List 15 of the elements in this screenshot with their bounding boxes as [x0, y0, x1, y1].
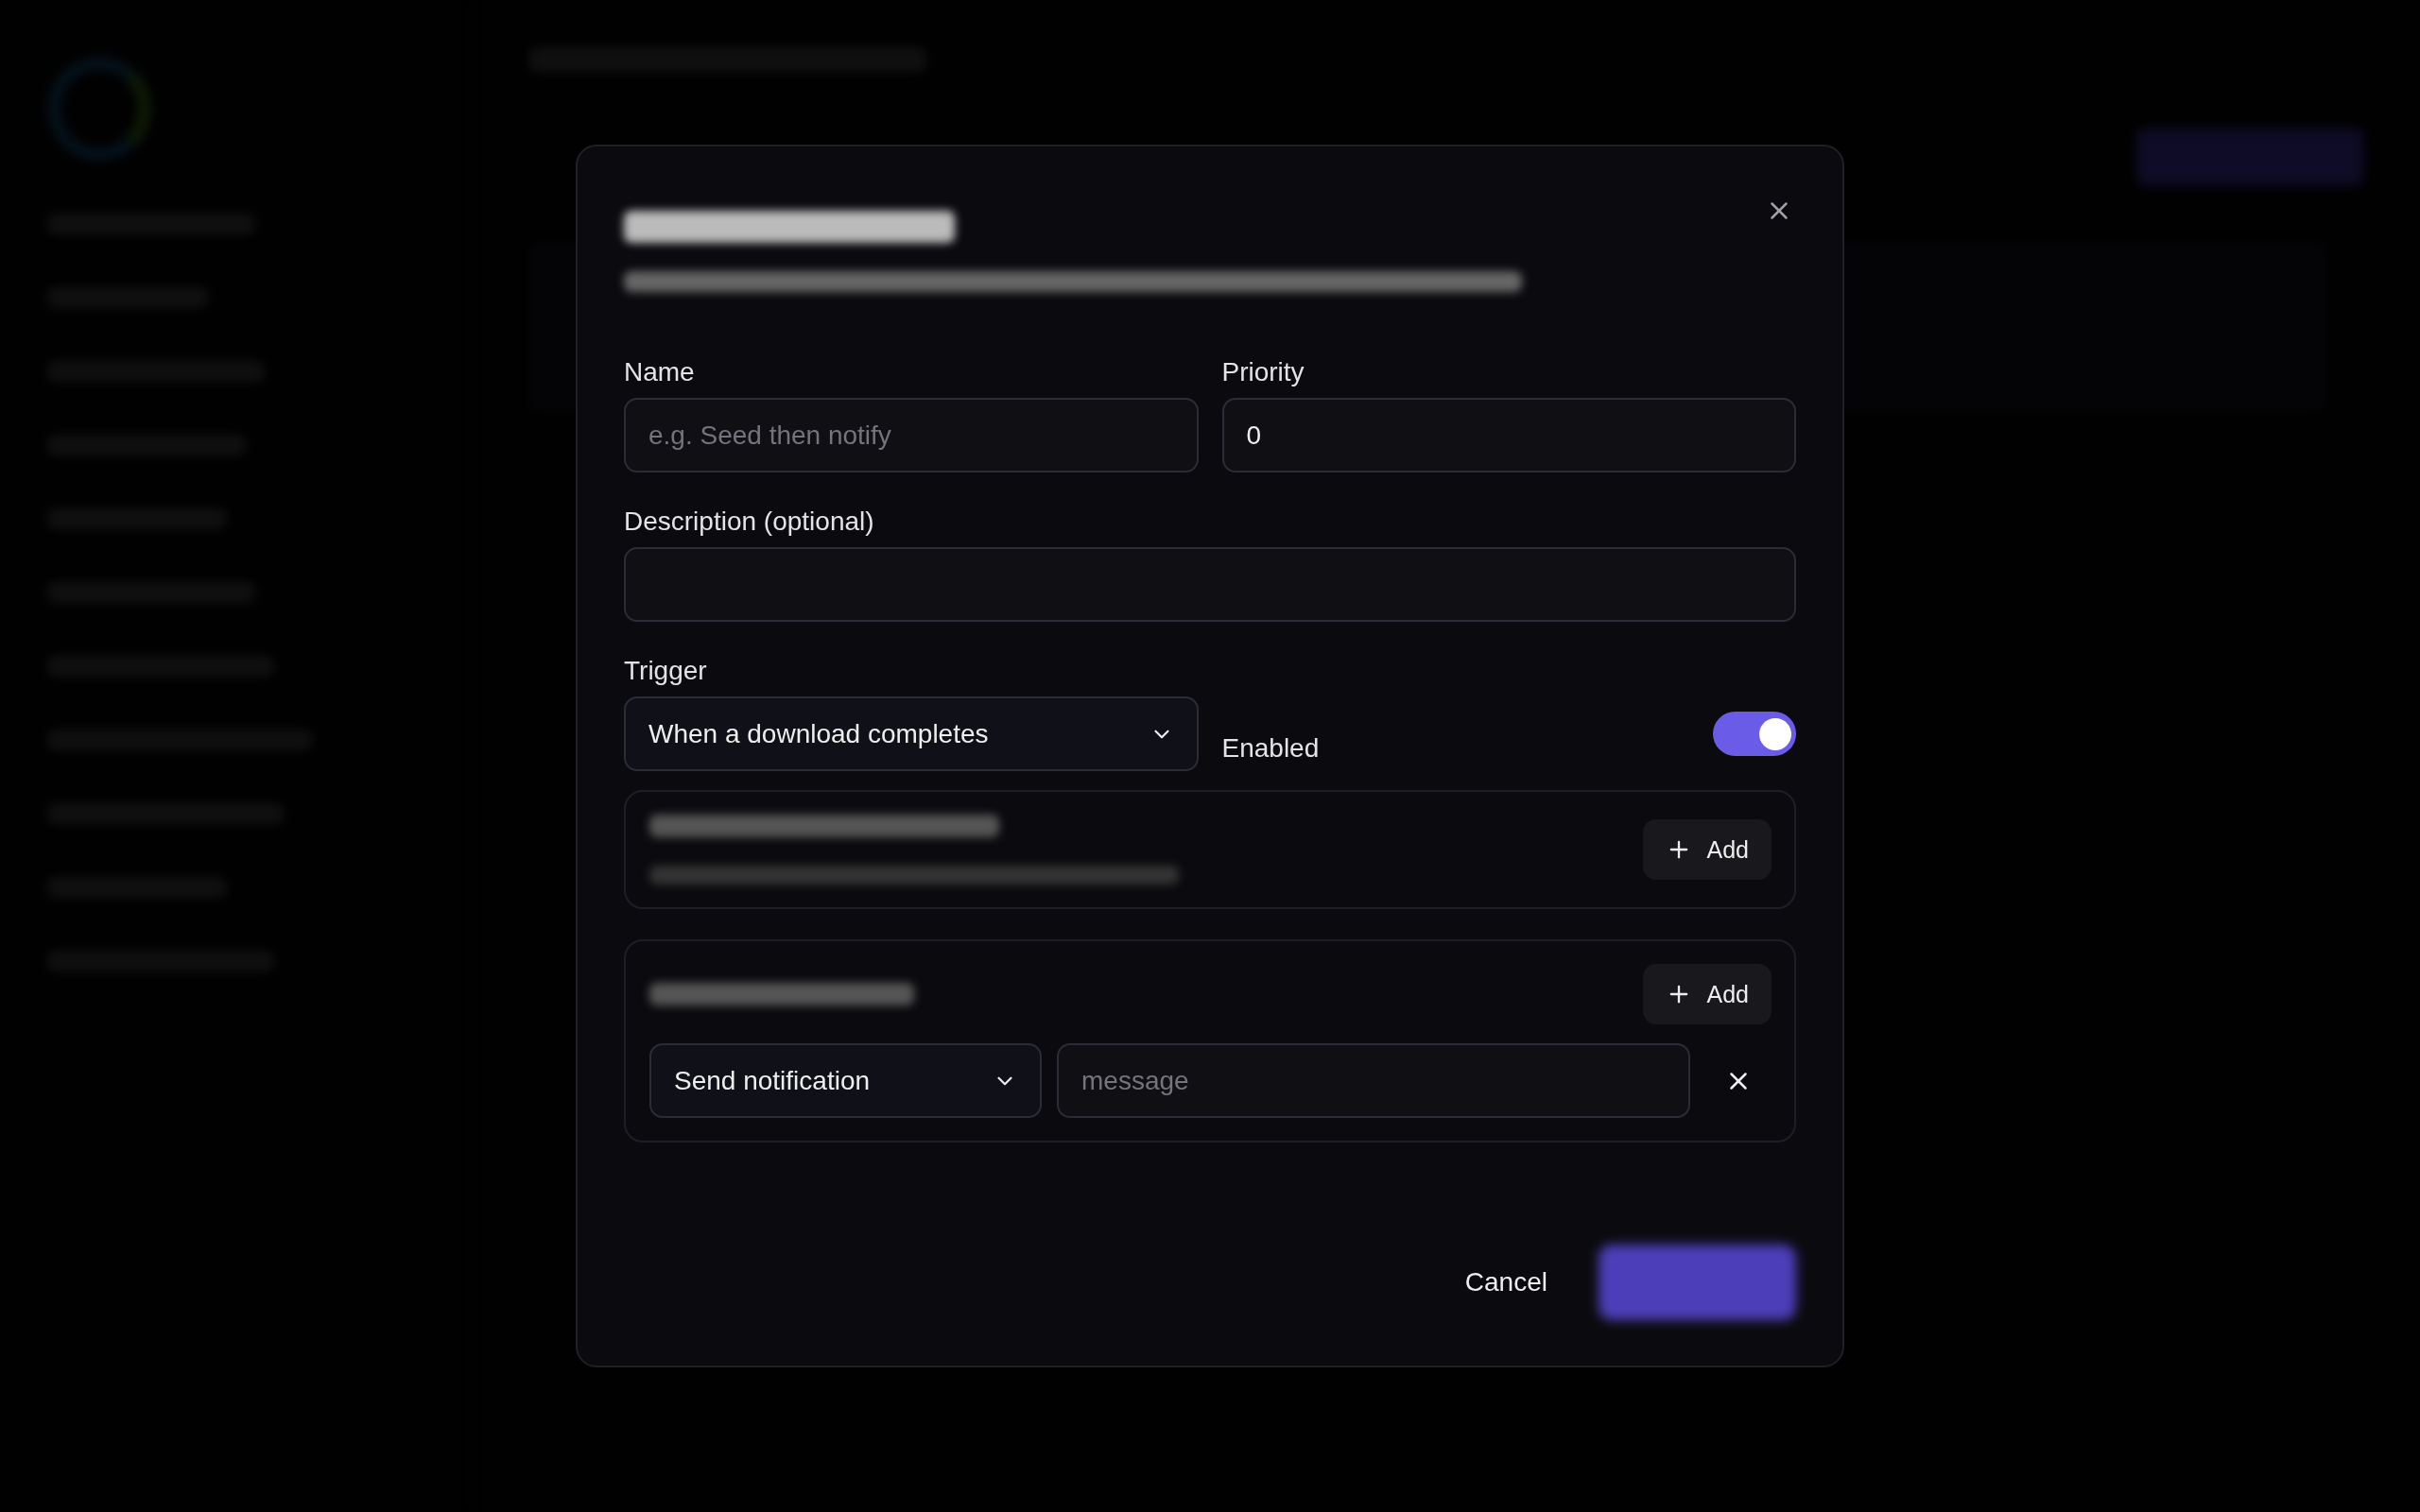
input-field[interactable]: message	[1057, 1043, 1690, 1118]
field-label: Trigger	[624, 655, 708, 687]
field-label: Priority	[1221, 356, 1305, 388]
trigger-select[interactable]: When a download completes	[624, 696, 1199, 771]
add-button[interactable]: Add	[1642, 964, 1772, 1024]
input-field[interactable]	[624, 547, 1796, 622]
field-label: Enabled	[1221, 733, 1320, 765]
field-label: Description (optional)	[624, 506, 875, 538]
enabled-toggle[interactable]	[1713, 712, 1796, 756]
input-field[interactable]: 0	[1221, 398, 1796, 472]
cancel-button[interactable]: Cancel	[1461, 1258, 1551, 1307]
field-label: Name	[624, 356, 696, 388]
action-select[interactable]: Send notification	[649, 1043, 1042, 1118]
add-button[interactable]: Add	[1642, 819, 1772, 880]
input-field[interactable]: e.g. Seed then notify	[624, 398, 1199, 472]
